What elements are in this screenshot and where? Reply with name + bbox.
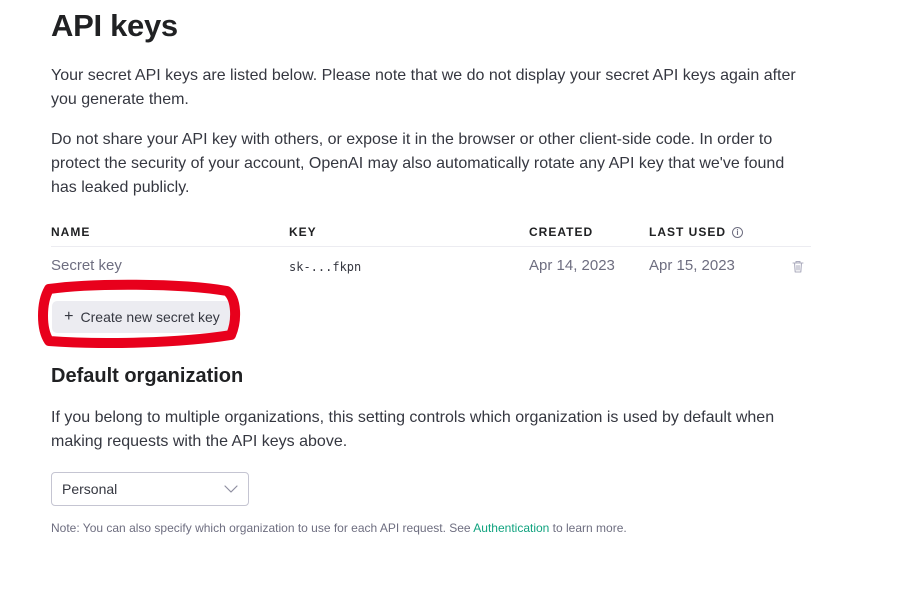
- column-header-last-used-label: LAST USED: [649, 225, 727, 239]
- intro-text: Your secret API keys are listed below. P…: [51, 67, 796, 108]
- default-organization-description: If you belong to multiple organizations,…: [51, 409, 775, 450]
- key-value-cell: sk-...fkpn: [289, 260, 362, 274]
- page-title: API keys: [51, 8, 178, 43]
- table-header-divider: [51, 246, 811, 247]
- trash-icon[interactable]: [792, 260, 804, 273]
- warning-text: Do not share your API key with others, o…: [51, 131, 785, 196]
- organization-note: Note: You can also specify which organiz…: [51, 521, 627, 535]
- create-button-label: Create new secret key: [80, 309, 220, 325]
- last-used-date-cell: Apr 15, 2023: [649, 257, 735, 274]
- created-date-cell: Apr 14, 2023: [529, 257, 615, 274]
- note-text-after: to learn more.: [549, 521, 627, 535]
- note-text-before: Note: You can also specify which organiz…: [51, 521, 474, 535]
- create-new-secret-key-button[interactable]: + Create new secret key: [52, 301, 232, 333]
- organization-select[interactable]: Personal: [51, 472, 249, 506]
- column-header-name: NAME: [51, 225, 91, 239]
- default-organization-heading: Default organization: [51, 365, 244, 387]
- column-header-key: KEY: [289, 225, 317, 239]
- authentication-link[interactable]: Authentication: [473, 521, 549, 535]
- column-header-created: CREATED: [529, 225, 594, 239]
- info-icon[interactable]: i: [732, 226, 744, 238]
- plus-icon: +: [64, 308, 74, 325]
- key-name-cell: Secret key: [51, 257, 122, 274]
- organization-select-value: Personal: [62, 481, 118, 497]
- chevron-down-icon: [224, 485, 238, 493]
- column-header-last-used: LAST USED i: [649, 225, 744, 239]
